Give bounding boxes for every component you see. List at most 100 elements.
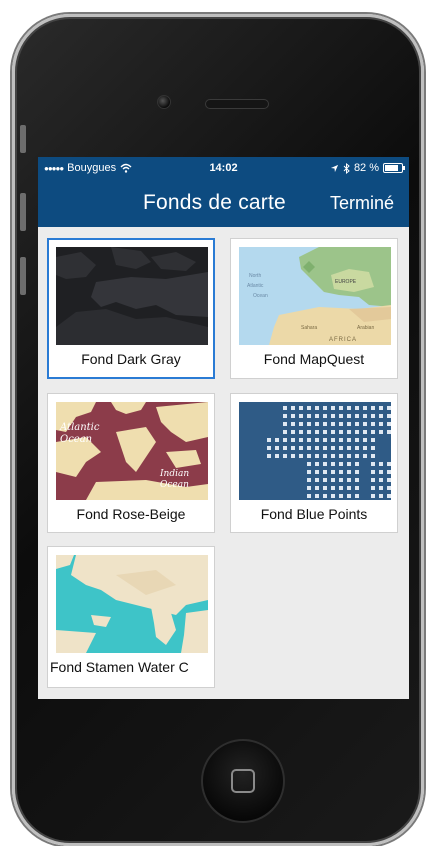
home-square-icon: [231, 769, 255, 793]
map-dot: [307, 462, 311, 466]
map-dot: [387, 406, 391, 410]
map-dot: [347, 438, 351, 442]
map-text: Atlantic: [59, 422, 100, 433]
map-dot: [331, 430, 335, 434]
status-bar: ●●●●● Bouygues 14:02 82 %: [38, 157, 409, 179]
map-dot: [315, 462, 319, 466]
map-dot: [355, 438, 359, 442]
map-dot: [347, 470, 351, 474]
map-dot: [323, 478, 327, 482]
map-dot: [371, 422, 375, 426]
map-dot: [299, 438, 303, 442]
earpiece-speaker: [205, 99, 269, 109]
card-label: Fond Stamen Water C: [50, 659, 189, 675]
map-dot: [331, 486, 335, 490]
map-dot: [323, 470, 327, 474]
map-dot: [323, 430, 327, 434]
bluetooth-icon: [343, 162, 350, 174]
map-dot: [387, 486, 391, 490]
map-dot: [283, 422, 287, 426]
map-dot: [323, 486, 327, 490]
map-dot: [307, 422, 311, 426]
map-dot: [339, 438, 343, 442]
map-dot: [355, 470, 359, 474]
map-dot: [339, 414, 343, 418]
map-dot: [331, 406, 335, 410]
map-dot: [371, 486, 375, 490]
map-dot: [355, 422, 359, 426]
map-dot: [315, 454, 319, 458]
map-dot: [291, 430, 295, 434]
map-dot: [371, 406, 375, 410]
map-dot: [387, 422, 391, 426]
map-dot: [379, 414, 383, 418]
basemap-card-dark-gray[interactable]: Fond Dark Gray: [47, 238, 215, 379]
done-button[interactable]: Terminé: [330, 193, 394, 214]
volume-up-button: [20, 193, 26, 231]
rose-beige-thumbnail: Atlantic Ocean Indian Ocean: [56, 402, 208, 500]
basemap-card-stamen-watercolor[interactable]: Fond Stamen Water C: [47, 546, 215, 688]
map-dot: [331, 454, 335, 458]
map-dot: [371, 438, 375, 442]
carrier-name: Bouygues: [67, 162, 117, 174]
card-label: Fond MapQuest: [263, 351, 365, 367]
map-dot: [299, 414, 303, 418]
map-dot: [307, 470, 311, 474]
map-dot: [275, 438, 279, 442]
basemap-card-mapquest[interactable]: North Atlantic Ocean EUROPE Sahara Arabi…: [230, 238, 398, 379]
map-dot: [323, 446, 327, 450]
basemap-card-blue-points[interactable]: Fond Blue Points: [230, 393, 398, 533]
map-dot: [307, 454, 311, 458]
map-dot: [323, 406, 327, 410]
map-dot: [291, 438, 295, 442]
map-dot: [355, 430, 359, 434]
app-screen: ●●●●● Bouygues 14:02 82 % Fonds de carte…: [38, 157, 409, 699]
map-dot: [371, 414, 375, 418]
map-dot: [307, 478, 311, 482]
navigation-bar: Fonds de carte Terminé: [38, 179, 409, 227]
map-dot: [347, 462, 351, 466]
basemap-card-rose-beige[interactable]: Atlantic Ocean Indian Ocean Fond Rose-Be…: [47, 393, 215, 533]
map-dot: [331, 446, 335, 450]
home-button[interactable]: [201, 739, 285, 823]
map-dot: [379, 478, 383, 482]
map-dot: [339, 454, 343, 458]
map-text: Sahara: [301, 325, 317, 331]
map-dot: [323, 494, 327, 498]
map-dot: [339, 446, 343, 450]
map-dot: [299, 454, 303, 458]
map-dot: [291, 406, 295, 410]
map-dot: [291, 414, 295, 418]
map-dot: [331, 438, 335, 442]
map-dot: [347, 486, 351, 490]
map-text: Indian: [159, 469, 189, 479]
map-dot: [355, 486, 359, 490]
map-dot: [283, 414, 287, 418]
card-label: Fond Blue Points: [260, 506, 368, 522]
map-dot: [267, 438, 271, 442]
map-dot: [307, 438, 311, 442]
map-dot: [379, 494, 383, 498]
map-dot: [331, 414, 335, 418]
map-dot: [331, 470, 335, 474]
map-dot: [323, 438, 327, 442]
map-dot: [307, 414, 311, 418]
wifi-icon: [120, 163, 132, 173]
location-arrow-icon: [330, 164, 339, 172]
map-text: EUROPE: [335, 279, 357, 285]
map-dot: [387, 470, 391, 474]
mute-switch: [20, 125, 26, 153]
map-dot: [347, 422, 351, 426]
map-dot: [283, 446, 287, 450]
map-dot: [371, 454, 375, 458]
map-text: Ocean: [253, 293, 268, 299]
map-dot: [347, 414, 351, 418]
map-dot: [283, 430, 287, 434]
map-dot: [379, 462, 383, 466]
volume-down-button: [20, 257, 26, 295]
map-text: Atlantic: [247, 283, 264, 289]
map-dot: [387, 462, 391, 466]
map-dot: [283, 438, 287, 442]
map-dot: [347, 478, 351, 482]
map-dot: [339, 422, 343, 426]
